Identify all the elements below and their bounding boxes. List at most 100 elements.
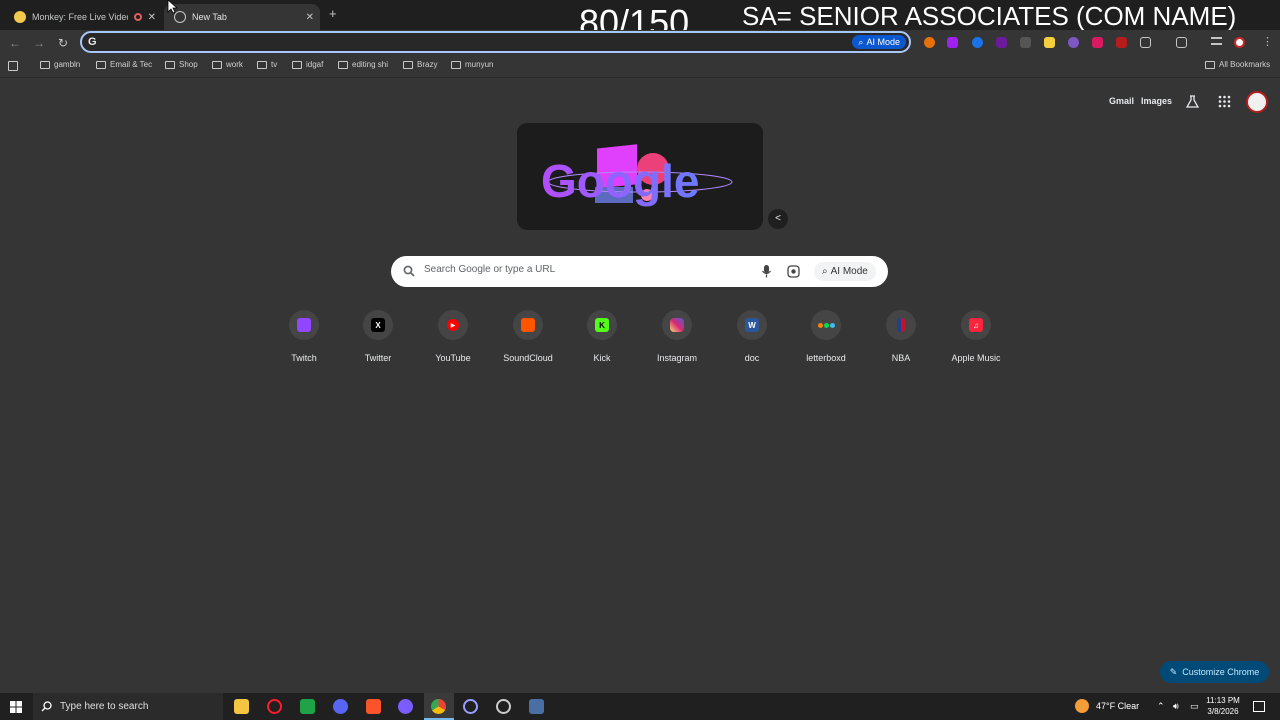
shortcut-tile[interactable]: letterboxd xyxy=(788,310,864,370)
tab-new-tab[interactable]: New Tab ✕ xyxy=(164,4,320,30)
tab-monkey[interactable]: Monkey: Free Live Video Ch ✕ xyxy=(4,4,162,30)
side-panel-icon[interactable] xyxy=(1176,37,1187,48)
bookmark-folder[interactable]: gambln xyxy=(40,60,80,69)
extension-icon[interactable] xyxy=(1020,37,1031,48)
shortcut-label: doc xyxy=(744,353,760,363)
extension-icon[interactable] xyxy=(1044,37,1055,48)
ai-mode-label: AI Mode xyxy=(830,266,868,277)
search-box[interactable]: ⌕AI Mode xyxy=(391,256,888,287)
extension-icon[interactable] xyxy=(1116,37,1127,48)
omnibox-ai-mode-button[interactable]: ⌕ AI Mode xyxy=(852,35,906,49)
microphone-icon[interactable] xyxy=(762,265,771,278)
mouse-cursor-icon xyxy=(167,0,177,14)
google-lens-icon[interactable] xyxy=(787,265,800,278)
doodle-art-icon: Google xyxy=(541,143,733,207)
address-bar[interactable]: G ⌕ AI Mode xyxy=(80,31,911,53)
chrome-taskbar-button[interactable] xyxy=(424,693,454,720)
more-menu-icon[interactable]: ⋮ xyxy=(1262,35,1273,48)
folder-icon xyxy=(338,60,348,69)
clock[interactable]: 11:13 PM 3/8/2026 xyxy=(1202,695,1244,717)
extension-icon[interactable] xyxy=(947,37,958,48)
shortcut-tile[interactable]: ♫ Apple Music xyxy=(938,310,1014,370)
chevron-up-icon[interactable]: ⌃ xyxy=(1157,701,1165,712)
taskbar-search-placeholder: Type here to search xyxy=(60,701,149,712)
tab-search-icon[interactable] xyxy=(1211,37,1222,45)
network-icon[interactable]: ▭ xyxy=(1190,701,1199,712)
notification-icon[interactable] xyxy=(1253,701,1265,712)
folder-icon xyxy=(165,60,175,69)
new-tab-button[interactable]: + xyxy=(329,6,337,21)
windows-start-icon[interactable] xyxy=(10,701,22,713)
close-tab-icon[interactable]: ✕ xyxy=(148,12,156,23)
folder-icon xyxy=(451,60,461,69)
speaker-icon[interactable]: 🔊︎ xyxy=(1173,701,1179,712)
brave-icon[interactable] xyxy=(366,699,381,714)
extensions-puzzle-icon[interactable] xyxy=(1140,37,1151,48)
bookmark-folder[interactable]: editing shi xyxy=(338,60,388,69)
profile-avatar[interactable] xyxy=(1234,37,1245,48)
app-icon[interactable] xyxy=(463,699,478,714)
folder-icon xyxy=(40,60,50,69)
search-input[interactable] xyxy=(424,264,744,275)
shortcut-label: NBA xyxy=(891,353,911,363)
discord-icon[interactable] xyxy=(333,699,348,714)
bookmarks-bar: gambln Email & Tec Shop work tv idgaf ed… xyxy=(0,56,1280,78)
search-icon xyxy=(403,265,415,277)
folder-icon xyxy=(212,60,222,69)
bookmark-folder[interactable]: work xyxy=(212,60,243,69)
app-icon[interactable] xyxy=(398,699,413,714)
google-apps-icon[interactable] xyxy=(1218,95,1231,108)
bookmark-folder[interactable]: Brazy xyxy=(403,60,437,69)
share-doodle-button[interactable]: < xyxy=(768,209,788,229)
shortcut-tile[interactable]: Wdoc xyxy=(714,310,790,370)
forward-button[interactable]: → xyxy=(31,35,47,51)
images-link[interactable]: Images xyxy=(1141,96,1172,106)
bookmark-label: tv xyxy=(271,60,278,69)
vpn-lock-icon[interactable] xyxy=(300,699,315,714)
shortcut-label: YouTube xyxy=(435,353,471,363)
bookmark-folder[interactable]: Shop xyxy=(165,60,198,69)
customize-chrome-button[interactable]: ✎ Customize Chrome xyxy=(1160,661,1269,683)
google-doodle[interactable]: Google xyxy=(517,123,763,230)
shortcut-tile[interactable]: Twitch xyxy=(266,310,342,370)
shortcut-tile[interactable]: SoundCloud xyxy=(490,310,566,370)
shortcut-label: Twitter xyxy=(364,353,392,363)
account-avatar[interactable] xyxy=(1246,91,1268,113)
bookmark-folder[interactable]: idgaf xyxy=(292,60,323,69)
shortcut-tile[interactable]: NBA xyxy=(863,310,939,370)
apps-grid-icon[interactable] xyxy=(8,61,18,71)
opera-icon[interactable] xyxy=(267,699,282,714)
extension-icon[interactable] xyxy=(924,37,935,48)
extension-icon[interactable] xyxy=(972,37,983,48)
labs-flask-icon[interactable] xyxy=(1186,95,1199,108)
recording-icon xyxy=(134,13,142,21)
all-bookmarks-folder[interactable]: All Bookmarks xyxy=(1205,60,1270,69)
nba-icon xyxy=(897,318,905,332)
extension-icon[interactable] xyxy=(1068,37,1079,48)
bookmark-folder[interactable]: Email & Tec xyxy=(96,60,152,69)
search-icon xyxy=(41,701,52,712)
search-ai-mode-button[interactable]: ⌕ AI Mode xyxy=(814,262,876,281)
extension-icon[interactable] xyxy=(996,37,1007,48)
taskbar-search-box[interactable]: Type here to search xyxy=(33,693,223,720)
weather-text[interactable]: 47°F Clear xyxy=(1096,701,1139,711)
tab-title: Monkey: Free Live Video Ch xyxy=(32,12,128,22)
gmail-link[interactable]: Gmail xyxy=(1109,96,1134,106)
close-tab-icon[interactable]: ✕ xyxy=(306,12,314,23)
word-icon: W xyxy=(745,318,759,332)
shortcut-tile[interactable]: ▶ YouTube xyxy=(415,310,491,370)
youtube-icon: ▶ xyxy=(447,319,459,331)
reload-button[interactable]: ↻ xyxy=(55,35,71,51)
x-icon: X xyxy=(371,318,385,332)
file-explorer-icon[interactable] xyxy=(234,699,249,714)
bookmark-folder[interactable]: tv xyxy=(257,60,277,69)
back-button[interactable]: ← xyxy=(7,35,23,51)
extension-icon[interactable] xyxy=(1092,37,1103,48)
shortcut-tile[interactable]: X Twitter xyxy=(340,310,416,370)
shortcut-tile[interactable]: K Kick xyxy=(564,310,640,370)
calculator-icon[interactable] xyxy=(529,699,544,714)
shortcut-tile[interactable]: Instagram xyxy=(639,310,715,370)
bookmark-label: gambln xyxy=(54,60,81,69)
bookmark-folder[interactable]: munyun xyxy=(451,60,493,69)
app-icon[interactable] xyxy=(496,699,511,714)
